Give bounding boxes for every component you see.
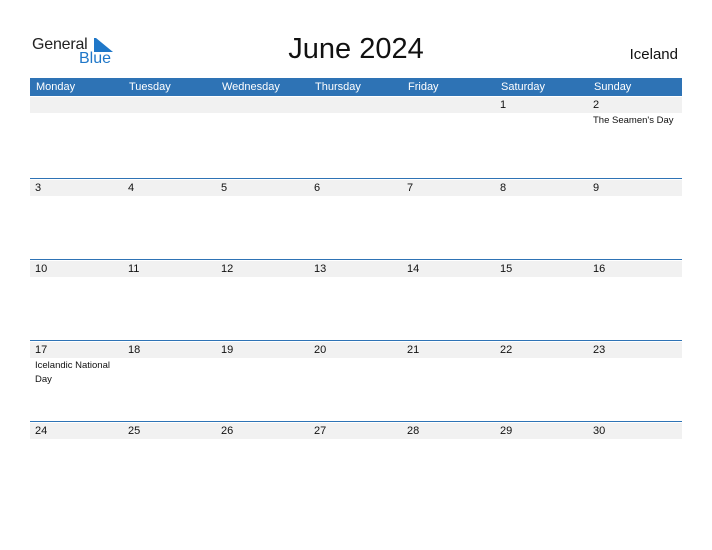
date-number: 15 xyxy=(500,263,513,275)
weekday-monday: Monday xyxy=(36,81,76,93)
date-number: 29 xyxy=(500,425,513,437)
calendar-title: June 2024 xyxy=(288,33,424,65)
country-label: Iceland xyxy=(629,46,678,63)
week-divider xyxy=(30,259,682,260)
date-number: 30 xyxy=(593,425,606,437)
date-number: 7 xyxy=(407,182,414,194)
date-number: 6 xyxy=(314,182,321,194)
date-number: 22 xyxy=(500,344,513,356)
weekday-friday: Friday xyxy=(408,81,439,93)
date-number: 3 xyxy=(35,182,42,194)
date-number: 11 xyxy=(128,263,140,275)
week-divider xyxy=(30,421,682,422)
weekday-header: Monday Tuesday Wednesday Thursday Friday… xyxy=(30,78,682,96)
week-divider xyxy=(30,340,682,341)
date-number: 18 xyxy=(128,344,141,356)
date-number: 8 xyxy=(500,182,507,194)
date-number: 16 xyxy=(593,263,606,275)
weekday-thursday: Thursday xyxy=(315,81,361,93)
date-number: 5 xyxy=(221,182,228,194)
date-strip xyxy=(30,97,682,113)
date-number: 25 xyxy=(128,425,141,437)
weekday-wednesday: Wednesday xyxy=(222,81,280,93)
date-number: 21 xyxy=(407,344,420,356)
holiday-label: Icelandic National Day xyxy=(35,360,110,385)
date-number: 9 xyxy=(593,182,600,194)
holiday-label: The Seamen's Day xyxy=(593,115,674,126)
date-number: 24 xyxy=(35,425,48,437)
date-number: 23 xyxy=(593,344,606,356)
date-number: 20 xyxy=(314,344,327,356)
date-number: 12 xyxy=(221,263,234,275)
date-number: 19 xyxy=(221,344,234,356)
date-number: 2 xyxy=(593,99,600,111)
date-number: 28 xyxy=(407,425,420,437)
week-divider xyxy=(30,178,682,179)
date-number: 27 xyxy=(314,425,327,437)
date-number: 14 xyxy=(407,263,420,275)
date-number: 26 xyxy=(221,425,234,437)
weekday-saturday: Saturday xyxy=(501,81,546,93)
date-number: 1 xyxy=(500,99,507,111)
date-number: 13 xyxy=(314,263,327,275)
weekday-tuesday: Tuesday xyxy=(129,81,171,93)
date-number: 10 xyxy=(35,263,48,275)
weekday-sunday: Sunday xyxy=(594,81,632,93)
date-number: 17 xyxy=(35,344,48,356)
date-number: 4 xyxy=(128,182,135,194)
